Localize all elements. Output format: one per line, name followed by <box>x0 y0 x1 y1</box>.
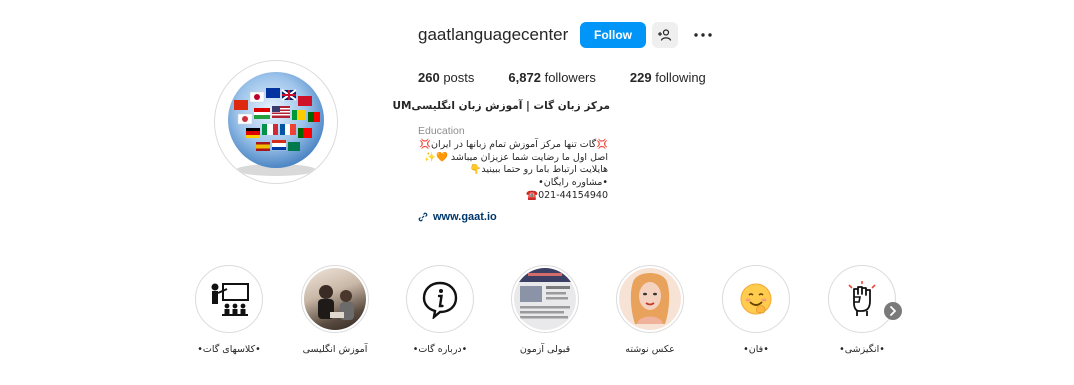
highlight-item[interactable]: •کلاسهای گات• <box>189 265 269 355</box>
bio-line: 021-44154940☎️ <box>526 189 608 201</box>
posts-number: 260 <box>418 70 440 85</box>
link-icon <box>418 212 428 222</box>
followers-link[interactable]: 6,872 followers <box>508 70 595 85</box>
highlight-item[interactable]: •فان• <box>716 265 796 355</box>
highlight-label: •کلاسهای گات• <box>197 344 261 355</box>
highlight-cover <box>828 265 896 333</box>
illustration-thumbnail <box>619 268 681 330</box>
profile-username: gaatlanguagecenter <box>418 25 569 44</box>
profile-category: Education <box>418 125 465 137</box>
person-plus-icon <box>658 29 672 41</box>
bio-full-name: مرکز زبان گات | آموزش زبان انگلیسیUM <box>392 100 610 112</box>
chevron-right-icon <box>890 306 896 316</box>
following-number: 229 <box>629 70 652 85</box>
bio-line: •مشاوره رایگان• <box>538 177 608 189</box>
classroom-teacher-icon <box>198 268 260 330</box>
smiling-emoji-icon <box>725 268 787 330</box>
following-link[interactable]: 229 following <box>630 70 706 85</box>
highlight-item[interactable]: عکس نوشته <box>610 265 690 355</box>
highlight-cover <box>406 265 474 333</box>
highlight-label: قبولی آزمون <box>519 344 571 355</box>
highlight-label: •انگیزشی• <box>839 344 885 355</box>
profile-bio: مرکز زبان گات | آموزش زبان انگلیسیUM Edu… <box>392 100 618 203</box>
document-thumbnail <box>514 268 576 330</box>
bio-line: 💢گات تنها مرکز آموزش تمام زبانها در ایرا… <box>419 139 608 150</box>
posts-count: 260 posts <box>418 70 474 85</box>
highlight-cover <box>195 265 263 333</box>
profile-avatar[interactable] <box>214 60 338 184</box>
globe-flags-logo <box>228 72 324 176</box>
website-url: www.gaat.io <box>433 211 497 223</box>
highlight-cover <box>301 265 369 333</box>
highlight-cover <box>616 265 684 333</box>
profile-stats: 260 posts 6,872 followers 229 following <box>418 70 740 85</box>
story-highlights: •کلاسهای گات• آموزش انگلیسی •درباره گات•… <box>0 265 1074 365</box>
highlights-next-button[interactable] <box>884 302 902 320</box>
posts-label: posts <box>443 70 475 85</box>
highlight-item[interactable]: •درباره گات• <box>400 265 480 355</box>
highlight-item[interactable]: آموزش انگلیسی <box>295 265 375 355</box>
followers-label: followers <box>544 70 596 85</box>
more-options-button[interactable] <box>690 24 716 46</box>
following-label: following <box>655 70 706 85</box>
info-icon <box>409 268 471 330</box>
bio-line: اصل اول ما رضایت شما عزیزان میباشد 🧡✨ <box>424 151 608 163</box>
suggested-accounts-button[interactable] <box>652 22 678 48</box>
highlight-label: عکس نوشته <box>625 344 675 355</box>
more-horizontal-icon <box>694 33 712 37</box>
photo-thumbnail <box>304 268 366 330</box>
highlight-label: آموزش انگلیسی <box>302 344 368 355</box>
followers-number: 6,872 <box>508 70 541 85</box>
bio-line: هایلایت ارتباط باما رو حتما ببینید👇 <box>469 164 608 176</box>
website-link[interactable]: www.gaat.io <box>418 211 497 223</box>
highlight-cover <box>722 265 790 333</box>
highlight-item[interactable]: قبولی آزمون <box>505 265 585 355</box>
highlight-cover <box>511 265 579 333</box>
follow-button[interactable]: Follow <box>580 22 646 48</box>
raised-fist-icon <box>831 268 893 330</box>
bio-text: 💢گات تنها مرکز آموزش تمام زبانها در ایرا… <box>418 139 608 203</box>
highlight-label: •درباره گات• <box>412 344 468 355</box>
highlight-label: •فان• <box>743 344 769 355</box>
